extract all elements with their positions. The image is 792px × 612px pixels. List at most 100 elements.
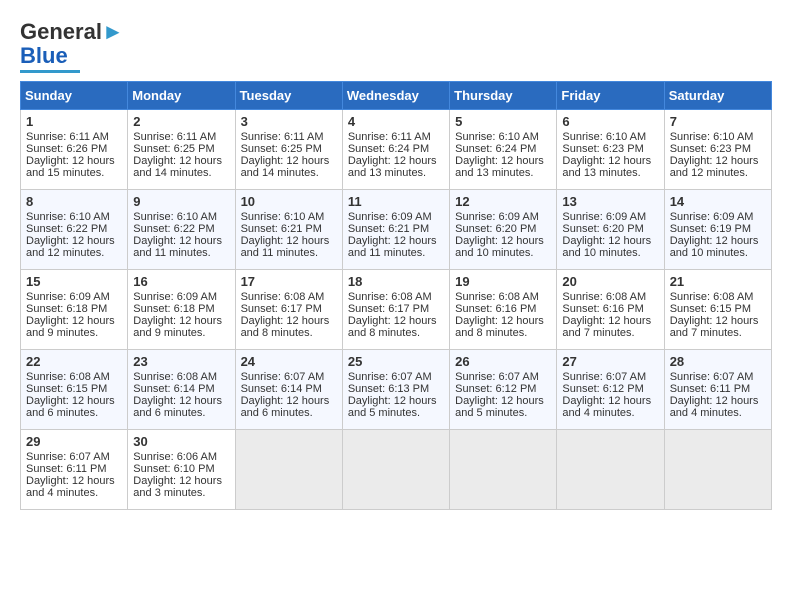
calendar-cell: 27Sunrise: 6:07 AMSunset: 6:12 PMDayligh… <box>557 350 664 430</box>
calendar-cell: 14Sunrise: 6:09 AMSunset: 6:19 PMDayligh… <box>664 190 771 270</box>
sunrise-text: Sunrise: 6:07 AM <box>241 371 337 383</box>
day-number: 7 <box>670 114 766 129</box>
daylight-text: Daylight: 12 hours <box>562 395 658 407</box>
calendar-cell: 26Sunrise: 6:07 AMSunset: 6:12 PMDayligh… <box>450 350 557 430</box>
daylight-text: Daylight: 12 hours <box>241 235 337 247</box>
daylight-text: Daylight: 12 hours <box>26 235 122 247</box>
daylight-text-cont: and 5 minutes. <box>348 407 444 419</box>
daylight-text-cont: and 8 minutes. <box>241 327 337 339</box>
page-header: General► Blue <box>20 20 772 73</box>
calendar-cell <box>450 430 557 510</box>
daylight-text-cont: and 9 minutes. <box>26 327 122 339</box>
sunrise-text: Sunrise: 6:10 AM <box>670 131 766 143</box>
daylight-text: Daylight: 12 hours <box>670 395 766 407</box>
daylight-text: Daylight: 12 hours <box>562 235 658 247</box>
sunrise-text: Sunrise: 6:06 AM <box>133 451 229 463</box>
sunrise-text: Sunrise: 6:11 AM <box>133 131 229 143</box>
sunrise-text: Sunrise: 6:09 AM <box>455 211 551 223</box>
calendar-cell: 21Sunrise: 6:08 AMSunset: 6:15 PMDayligh… <box>664 270 771 350</box>
daylight-text: Daylight: 12 hours <box>241 315 337 327</box>
day-number: 12 <box>455 194 551 209</box>
day-number: 9 <box>133 194 229 209</box>
daylight-text: Daylight: 12 hours <box>26 475 122 487</box>
sunset-text: Sunset: 6:22 PM <box>26 223 122 235</box>
sunset-text: Sunset: 6:25 PM <box>241 143 337 155</box>
calendar-cell: 29Sunrise: 6:07 AMSunset: 6:11 PMDayligh… <box>21 430 128 510</box>
daylight-text: Daylight: 12 hours <box>455 395 551 407</box>
sunset-text: Sunset: 6:14 PM <box>133 383 229 395</box>
sunset-text: Sunset: 6:25 PM <box>133 143 229 155</box>
sunrise-text: Sunrise: 6:09 AM <box>26 291 122 303</box>
sunrise-text: Sunrise: 6:09 AM <box>133 291 229 303</box>
sunset-text: Sunset: 6:20 PM <box>455 223 551 235</box>
sunrise-text: Sunrise: 6:11 AM <box>26 131 122 143</box>
daylight-text: Daylight: 12 hours <box>133 155 229 167</box>
daylight-text: Daylight: 12 hours <box>26 155 122 167</box>
daylight-text-cont: and 9 minutes. <box>133 327 229 339</box>
day-number: 21 <box>670 274 766 289</box>
logo-blue-text: Blue <box>20 44 68 68</box>
daylight-text-cont: and 7 minutes. <box>670 327 766 339</box>
daylight-text-cont: and 3 minutes. <box>133 487 229 499</box>
day-number: 17 <box>241 274 337 289</box>
daylight-text: Daylight: 12 hours <box>348 155 444 167</box>
daylight-text: Daylight: 12 hours <box>670 155 766 167</box>
daylight-text: Daylight: 12 hours <box>133 395 229 407</box>
sunset-text: Sunset: 6:26 PM <box>26 143 122 155</box>
sunrise-text: Sunrise: 6:07 AM <box>455 371 551 383</box>
day-number: 24 <box>241 354 337 369</box>
calendar-cell: 6Sunrise: 6:10 AMSunset: 6:23 PMDaylight… <box>557 110 664 190</box>
calendar-cell: 5Sunrise: 6:10 AMSunset: 6:24 PMDaylight… <box>450 110 557 190</box>
calendar-table: SundayMondayTuesdayWednesdayThursdayFrid… <box>20 81 772 510</box>
sunset-text: Sunset: 6:15 PM <box>670 303 766 315</box>
sunset-text: Sunset: 6:23 PM <box>562 143 658 155</box>
calendar-cell <box>557 430 664 510</box>
daylight-text-cont: and 6 minutes. <box>26 407 122 419</box>
col-header-friday: Friday <box>557 82 664 110</box>
daylight-text: Daylight: 12 hours <box>26 315 122 327</box>
sunset-text: Sunset: 6:14 PM <box>241 383 337 395</box>
daylight-text-cont: and 4 minutes. <box>26 487 122 499</box>
sunset-text: Sunset: 6:24 PM <box>348 143 444 155</box>
daylight-text-cont: and 14 minutes. <box>241 167 337 179</box>
calendar-cell: 30Sunrise: 6:06 AMSunset: 6:10 PMDayligh… <box>128 430 235 510</box>
sunrise-text: Sunrise: 6:07 AM <box>670 371 766 383</box>
daylight-text: Daylight: 12 hours <box>241 395 337 407</box>
calendar-cell: 13Sunrise: 6:09 AMSunset: 6:20 PMDayligh… <box>557 190 664 270</box>
sunset-text: Sunset: 6:18 PM <box>26 303 122 315</box>
sunrise-text: Sunrise: 6:09 AM <box>562 211 658 223</box>
day-number: 22 <box>26 354 122 369</box>
daylight-text-cont: and 11 minutes. <box>241 247 337 259</box>
logo-blue: ► <box>102 19 124 44</box>
sunrise-text: Sunrise: 6:10 AM <box>455 131 551 143</box>
daylight-text-cont: and 13 minutes. <box>562 167 658 179</box>
daylight-text-cont: and 13 minutes. <box>455 167 551 179</box>
sunrise-text: Sunrise: 6:07 AM <box>26 451 122 463</box>
day-number: 13 <box>562 194 658 209</box>
sunrise-text: Sunrise: 6:08 AM <box>455 291 551 303</box>
day-number: 25 <box>348 354 444 369</box>
calendar-cell: 9Sunrise: 6:10 AMSunset: 6:22 PMDaylight… <box>128 190 235 270</box>
sunrise-text: Sunrise: 6:08 AM <box>562 291 658 303</box>
daylight-text: Daylight: 12 hours <box>670 235 766 247</box>
col-header-wednesday: Wednesday <box>342 82 449 110</box>
calendar-cell: 8Sunrise: 6:10 AMSunset: 6:22 PMDaylight… <box>21 190 128 270</box>
col-header-monday: Monday <box>128 82 235 110</box>
calendar-cell: 22Sunrise: 6:08 AMSunset: 6:15 PMDayligh… <box>21 350 128 430</box>
sunrise-text: Sunrise: 6:11 AM <box>348 131 444 143</box>
calendar-cell: 11Sunrise: 6:09 AMSunset: 6:21 PMDayligh… <box>342 190 449 270</box>
day-number: 27 <box>562 354 658 369</box>
day-number: 26 <box>455 354 551 369</box>
daylight-text-cont: and 11 minutes. <box>133 247 229 259</box>
calendar-cell: 1Sunrise: 6:11 AMSunset: 6:26 PMDaylight… <box>21 110 128 190</box>
calendar-cell: 12Sunrise: 6:09 AMSunset: 6:20 PMDayligh… <box>450 190 557 270</box>
daylight-text-cont: and 8 minutes. <box>455 327 551 339</box>
col-header-saturday: Saturday <box>664 82 771 110</box>
daylight-text: Daylight: 12 hours <box>670 315 766 327</box>
calendar-week-3: 22Sunrise: 6:08 AMSunset: 6:15 PMDayligh… <box>21 350 772 430</box>
calendar-cell: 25Sunrise: 6:07 AMSunset: 6:13 PMDayligh… <box>342 350 449 430</box>
day-number: 30 <box>133 434 229 449</box>
sunrise-text: Sunrise: 6:10 AM <box>133 211 229 223</box>
calendar-cell: 17Sunrise: 6:08 AMSunset: 6:17 PMDayligh… <box>235 270 342 350</box>
day-number: 6 <box>562 114 658 129</box>
